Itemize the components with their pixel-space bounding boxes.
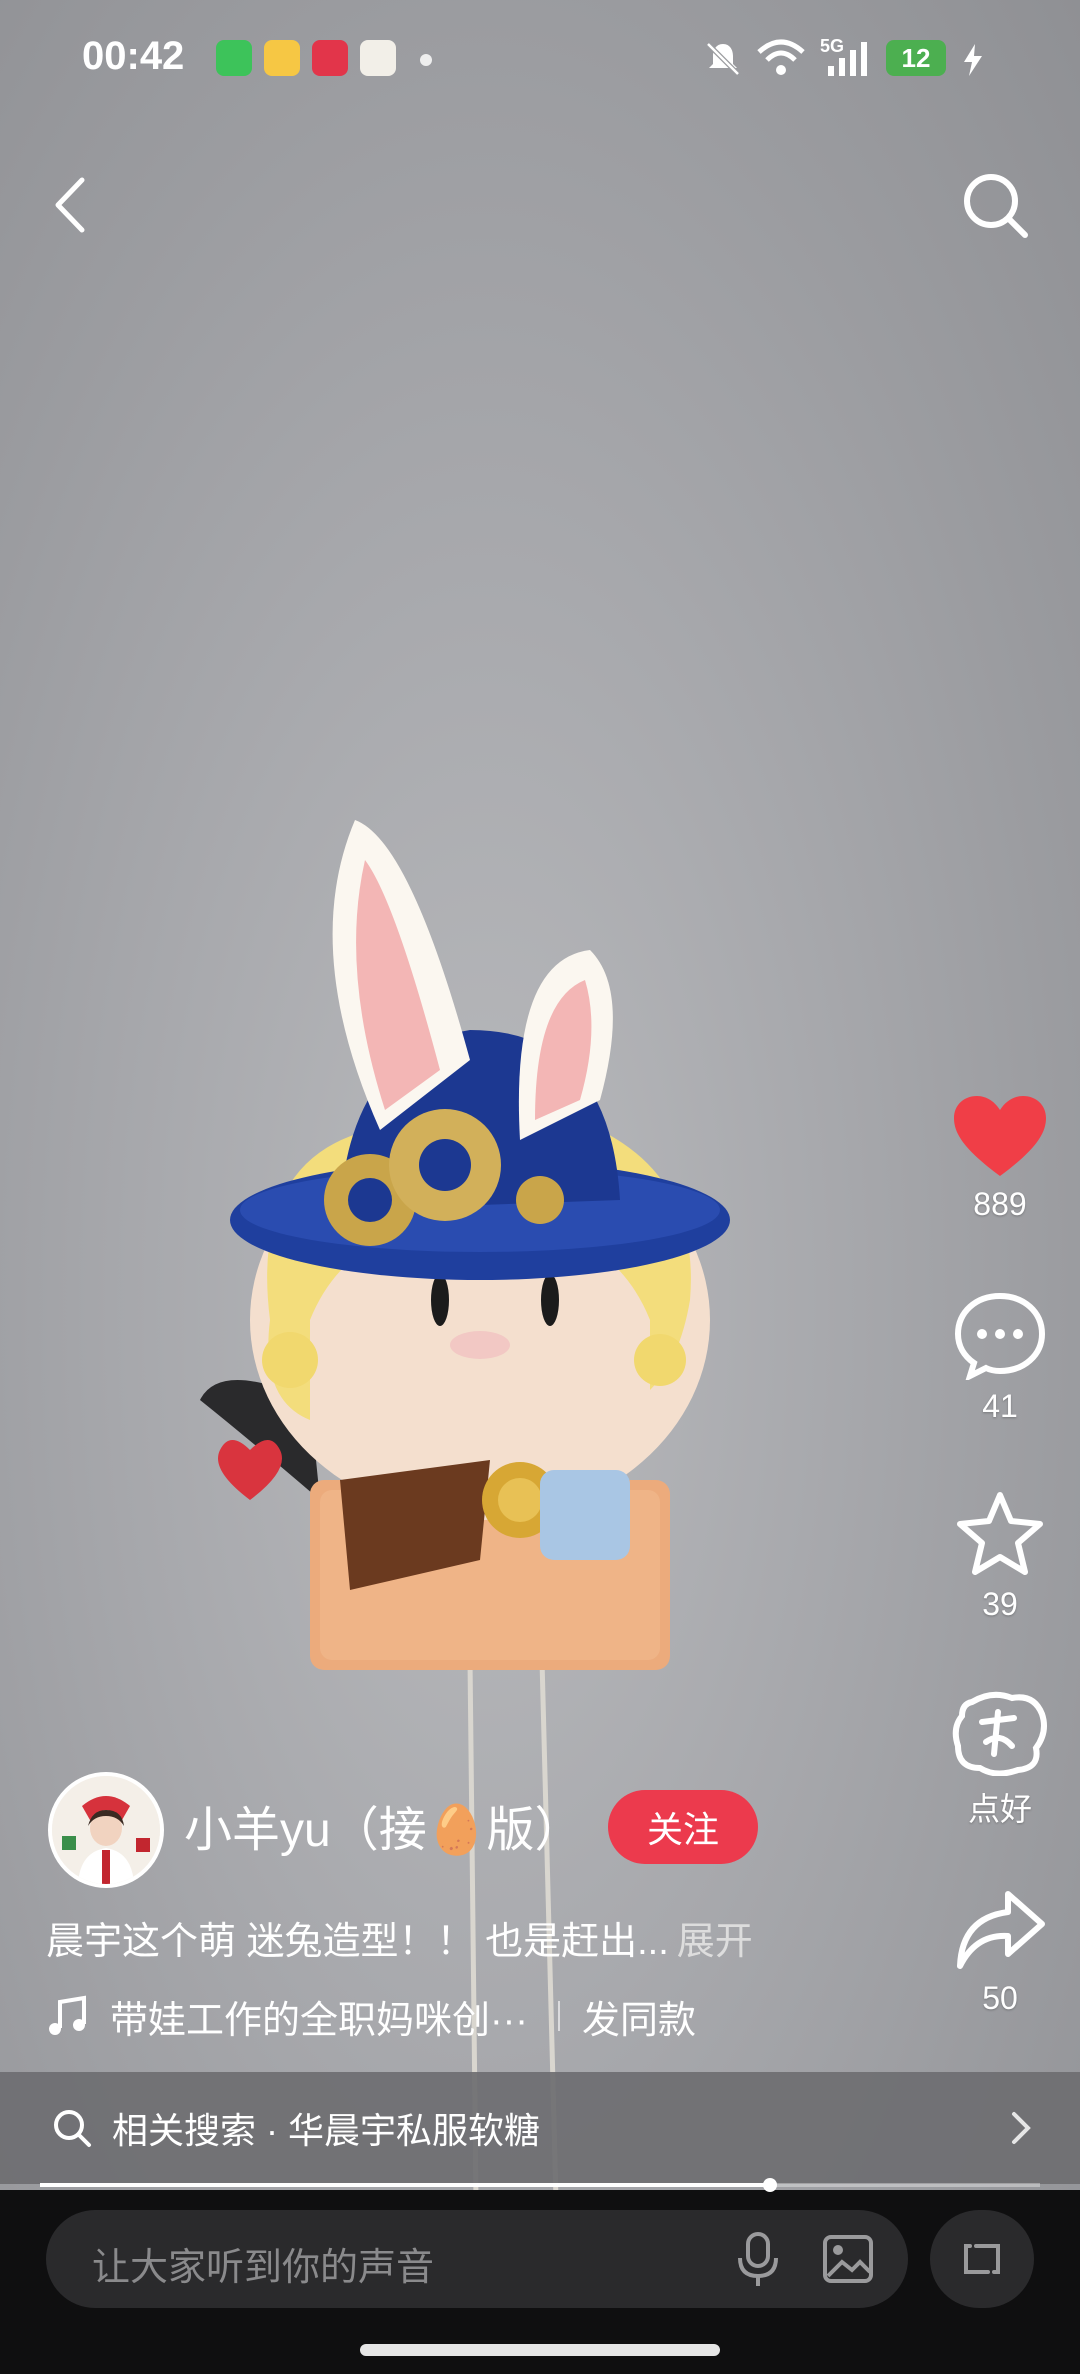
status-time: 00:42 <box>82 34 185 78</box>
mute-bell-icon <box>706 42 740 76</box>
fullscreen-button[interactable] <box>930 2210 1034 2308</box>
wechat-icon <box>216 40 252 76</box>
like-button[interactable]: 889 <box>940 1096 1060 1223</box>
share-icon <box>957 1891 1045 1969</box>
caption-text: 晨宇这个萌 迷兔造型！！ 也是赶出... <box>46 1921 669 1963</box>
video-caption[interactable]: 晨宇这个萌 迷兔造型！！ 也是赶出... 展开 <box>46 1910 753 1965</box>
microphone-icon[interactable] <box>736 2232 780 2288</box>
follow-button[interactable]: 关注 <box>608 1790 758 1864</box>
fullscreen-icon <box>964 2244 1000 2274</box>
nice-button[interactable]: 点好 <box>940 1688 1060 1830</box>
comment-button[interactable]: 41 <box>940 1292 1060 1425</box>
use-same-sound-link[interactable]: 发同款 <box>582 1989 696 2044</box>
chevron-right-icon <box>1012 2112 1031 2144</box>
like-count: 889 <box>973 1186 1027 1222</box>
star-icon <box>957 1492 1043 1575</box>
comment-icon <box>954 1292 1046 1380</box>
favorite-button[interactable]: 39 <box>940 1490 1060 1623</box>
home-indicator[interactable] <box>360 2344 720 2356</box>
xiaohongshu-icon <box>312 40 348 76</box>
image-icon[interactable] <box>822 2234 874 2284</box>
avatar-image <box>52 1776 160 1884</box>
related-search-bar[interactable]: 相关搜索 · 华晨宇私服软糖 <box>0 2072 1080 2184</box>
author-name[interactable]: 小羊yu（接🥚版） <box>184 1790 582 1860</box>
app-notification-icon <box>360 40 396 76</box>
back-icon[interactable] <box>40 160 100 250</box>
music-row[interactable]: 带娃工作的全职妈咪创··· 发同款 <box>46 1988 696 2044</box>
video-progress-handle[interactable] <box>763 2178 777 2192</box>
search-icon[interactable] <box>955 165 1035 245</box>
music-divider <box>557 2001 560 2031</box>
share-button[interactable]: 50 <box>940 1888 1060 2017</box>
heart-icon <box>954 1096 1046 1176</box>
related-search-text: 相关搜索 · 华晨宇私服软糖 <box>112 2110 540 2151</box>
video-progress-fill <box>40 2183 770 2187</box>
expand-caption-link[interactable]: 展开 <box>677 1921 753 1963</box>
battery-indicator: 12 <box>886 40 946 76</box>
comment-placeholder: 让大家听到你的声音 <box>92 2247 435 2289</box>
share-count: 50 <box>982 1980 1018 2016</box>
nice-label: 点好 <box>967 1791 1032 1827</box>
weibo-icon <box>264 40 300 76</box>
favorite-count: 39 <box>982 1586 1018 1622</box>
comment-count: 41 <box>982 1388 1018 1424</box>
music-title: 带娃工作的全职妈咪创··· <box>110 1999 528 2042</box>
signal-icon <box>828 42 867 76</box>
avatar[interactable] <box>48 1772 164 1888</box>
wifi-icon <box>757 39 805 75</box>
more-notifications-dot <box>420 54 432 66</box>
charging-icon <box>964 44 982 76</box>
related-search-icon <box>54 2110 91 2147</box>
music-note-icon <box>49 1995 86 2035</box>
nice-sticker-icon <box>952 1691 1047 1776</box>
